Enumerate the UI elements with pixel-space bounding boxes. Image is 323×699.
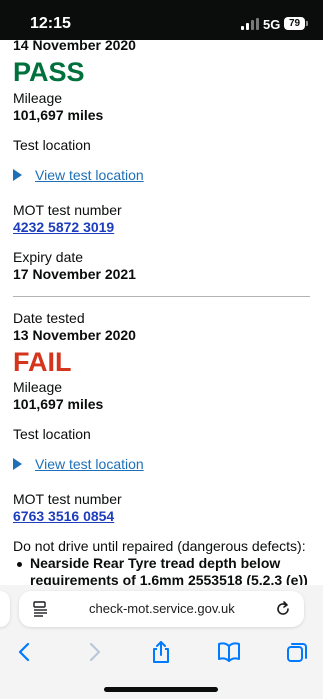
expiry-date-value: 17 November 2021 [13, 266, 136, 282]
test-location-label: Test location [13, 137, 91, 153]
defect-line: requirements of 1.6mm 2553518 (5.2.3 (e)… [30, 572, 308, 585]
view-test-location-link[interactable]: View test location [35, 456, 144, 472]
defect-line: Nearside Rear Tyre tread depth below [30, 555, 281, 571]
home-indicator [104, 687, 218, 692]
mileage-label: Mileage [13, 90, 63, 106]
test-location-label: Test location [13, 426, 91, 442]
reader-icon[interactable] [33, 601, 49, 617]
battery-level: 79 [288, 18, 301, 29]
result-pass: PASS [13, 57, 85, 87]
browser-toolbar: check-mot.service.gov.uk [0, 585, 323, 699]
status-time: 12:15 [30, 15, 71, 32]
share-icon[interactable] [149, 640, 173, 664]
test-date: 14 November 2020 [13, 40, 136, 53]
mot-test-number-label: MOT test number [13, 202, 122, 218]
dangerous-defects-label: Do not drive until repaired (dangerous d… [13, 538, 306, 554]
date-tested-label: Date tested [13, 310, 85, 326]
tabs-icon[interactable] [285, 640, 309, 664]
battery-icon: 79 [284, 17, 308, 30]
mileage-label: Mileage [13, 379, 63, 395]
mileage-value: 101,697 miles [13, 107, 104, 123]
forward-icon[interactable] [82, 640, 106, 664]
back-icon[interactable] [13, 640, 37, 664]
disclosure-triangle-icon[interactable] [13, 458, 22, 470]
mot-test-number-link[interactable]: 4232 5872 3019 [13, 219, 114, 235]
section-divider [13, 296, 310, 297]
view-test-location-link[interactable]: View test location [35, 167, 144, 183]
result-fail: FAIL [13, 347, 72, 377]
bookmarks-icon[interactable] [217, 640, 241, 664]
mot-test-number-link[interactable]: 6763 3516 0854 [13, 508, 114, 524]
test-date: 13 November 2020 [13, 327, 136, 343]
network-label: 5G [263, 17, 281, 32]
reload-icon[interactable] [274, 600, 292, 618]
address-bar[interactable]: check-mot.service.gov.uk [19, 591, 304, 627]
page-content[interactable]: 14 November 2020 PASS Mileage 101,697 mi… [0, 40, 323, 585]
bullet-icon [17, 562, 22, 567]
mot-test-number-label: MOT test number [13, 491, 122, 507]
signal-icon [241, 18, 259, 30]
status-bar: 12:15 5G 79 [0, 0, 323, 40]
expiry-date-label: Expiry date [13, 249, 84, 265]
url-text[interactable]: check-mot.service.gov.uk [89, 601, 235, 616]
mileage-value: 101,697 miles [13, 396, 104, 412]
previous-tab-pill[interactable] [0, 591, 10, 627]
disclosure-triangle-icon[interactable] [13, 169, 22, 181]
